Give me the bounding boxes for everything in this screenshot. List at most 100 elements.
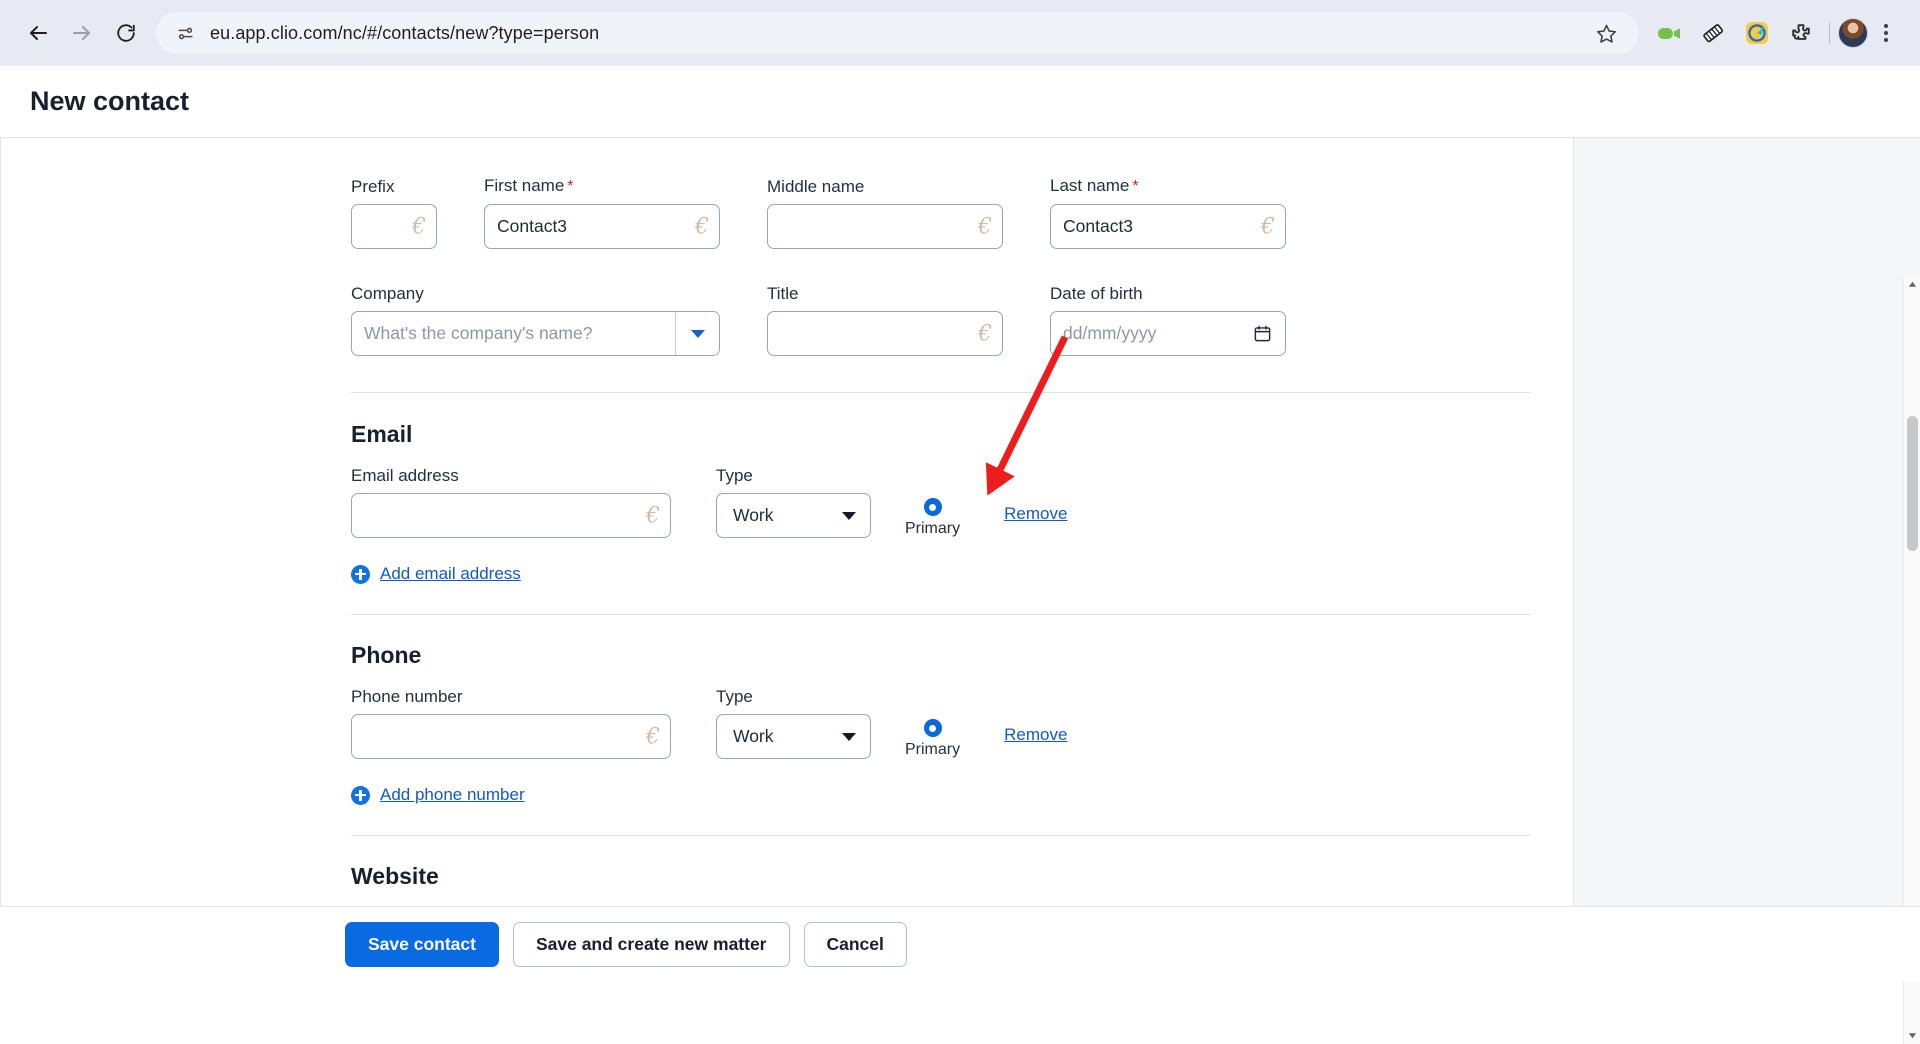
form-footer: Save contact Save and create new matter …: [0, 906, 1920, 981]
phone-primary-label: Primary: [905, 741, 961, 758]
chevron-down-icon: [690, 329, 705, 338]
plus-circle-icon[interactable]: [351, 785, 370, 805]
phone-type-value: Work: [733, 726, 774, 746]
content-area: Prefix € First name* € Middle name: [0, 138, 1920, 1044]
email-address-label: Email address: [351, 466, 459, 485]
reload-button[interactable]: [104, 11, 148, 55]
first-name-input[interactable]: [497, 205, 707, 248]
company-input[interactable]: [352, 312, 675, 355]
email-section-heading: Email: [351, 421, 413, 447]
phone-number-input[interactable]: [364, 715, 658, 758]
cancel-button[interactable]: Cancel: [803, 921, 907, 967]
phone-remove-link[interactable]: Remove: [1004, 725, 1067, 745]
email-type-select[interactable]: Work: [716, 493, 871, 538]
phone-section-heading: Phone: [351, 642, 422, 668]
prefix-input[interactable]: [364, 205, 424, 248]
extensions-area: [1649, 13, 1821, 53]
title-field-group: Title €: [767, 284, 1003, 356]
address-bar[interactable]: eu.app.clio.com/nc/#/contacts/new?type=p…: [156, 12, 1639, 54]
grammar-extension-icon[interactable]: [1737, 13, 1777, 53]
email-address-field-group: Email address €: [351, 466, 671, 538]
title-input[interactable]: [780, 312, 990, 355]
section-divider: [351, 392, 1531, 393]
company-dropdown-button[interactable]: [675, 312, 719, 355]
prefix-input-wrap[interactable]: €: [351, 204, 437, 249]
dob-label: Date of birth: [1050, 284, 1143, 303]
required-marker: *: [1132, 178, 1139, 195]
email-primary-label: Primary: [905, 520, 961, 537]
scrollbar-thumb[interactable]: [1907, 416, 1918, 551]
phone-number-input-wrap[interactable]: €: [351, 714, 671, 759]
middle-name-label: Middle name: [767, 177, 865, 196]
page-title: New contact: [30, 86, 190, 116]
prefix-field-group: Prefix €: [351, 177, 437, 249]
section-divider: [351, 835, 1531, 836]
title-input-wrap[interactable]: €: [767, 311, 1003, 356]
middle-name-input-wrap[interactable]: €: [767, 204, 1003, 249]
company-field-group: Company: [351, 284, 720, 356]
back-button[interactable]: [16, 11, 60, 55]
calendar-picker-button[interactable]: [1239, 312, 1285, 355]
phone-number-field-group: Phone number €: [351, 687, 671, 759]
last-name-label: Last name *: [1050, 176, 1139, 195]
middle-name-input[interactable]: [780, 205, 990, 248]
profile-avatar[interactable]: [1838, 18, 1868, 48]
phone-type-field-group: Type Work: [716, 687, 871, 759]
browser-toolbar: eu.app.clio.com/nc/#/contacts/new?type=p…: [0, 0, 1920, 66]
section-divider: [351, 614, 1531, 615]
save-contact-button[interactable]: Save contact: [345, 921, 499, 967]
required-marker: *: [567, 178, 574, 195]
last-name-field-group: Last name* €: [1050, 176, 1286, 249]
new-contact-form: Prefix € First name* € Middle name: [0, 138, 1574, 906]
chevron-down-icon: [842, 511, 856, 520]
phone-type-select[interactable]: Work: [716, 714, 871, 759]
toolbar-divider: [1829, 22, 1830, 44]
phone-primary-group: Primary: [905, 719, 960, 759]
plus-circle-icon[interactable]: [351, 564, 370, 584]
detail-row: Company Title € Dat: [351, 284, 1573, 356]
dob-input-wrap[interactable]: [1050, 311, 1286, 356]
form-inner: Prefix € First name* € Middle name: [1, 138, 1573, 890]
page-header: New contact: [0, 66, 1920, 138]
phone-number-label: Phone number: [351, 687, 463, 706]
first-name-label: First name *: [484, 176, 574, 195]
url-text[interactable]: eu.app.clio.com/nc/#/contacts/new?type=p…: [210, 23, 1581, 44]
notes-extension-icon[interactable]: [1693, 13, 1733, 53]
email-address-input-wrap[interactable]: €: [351, 493, 671, 538]
company-label: Company: [351, 284, 424, 303]
email-type-field-group: Type Work: [716, 466, 871, 538]
chrome-menu-icon[interactable]: [1868, 13, 1904, 53]
forward-button[interactable]: [60, 11, 104, 55]
company-combobox[interactable]: [351, 311, 720, 356]
chevron-down-icon: [842, 732, 856, 741]
dob-input[interactable]: [1051, 312, 1239, 355]
site-info-icon[interactable]: [172, 20, 198, 46]
phone-row: Phone number € Type Work Primary Remove: [351, 687, 1573, 759]
first-name-input-wrap[interactable]: €: [484, 204, 720, 249]
save-and-create-matter-button[interactable]: Save and create new matter: [512, 921, 790, 967]
phone-type-label: Type: [716, 687, 753, 706]
last-name-input[interactable]: [1063, 205, 1273, 248]
middle-name-field-group: Middle name €: [767, 177, 1003, 249]
puzzle-extensions-icon[interactable]: [1781, 13, 1821, 53]
email-primary-radio[interactable]: [923, 498, 942, 516]
email-row: Email address € Type Work Primary Remove: [351, 466, 1573, 538]
email-type-value: Work: [733, 505, 774, 525]
first-name-field-group: First name* €: [484, 176, 720, 249]
add-phone-number-link[interactable]: Add phone number: [380, 785, 525, 805]
email-address-input[interactable]: [364, 494, 658, 537]
scroll-down-arrow-icon[interactable]: [1904, 1027, 1920, 1044]
prefix-label: Prefix: [351, 177, 395, 196]
phone-primary-radio[interactable]: [923, 719, 942, 737]
add-email-row: Add email address: [351, 564, 1573, 584]
scroll-up-arrow-icon[interactable]: [1904, 276, 1920, 293]
email-type-label: Type: [716, 466, 753, 485]
email-primary-group: Primary: [905, 498, 960, 538]
last-name-input-wrap[interactable]: €: [1050, 204, 1286, 249]
add-email-address-link[interactable]: Add email address: [380, 564, 521, 584]
video-recorder-extension-icon[interactable]: [1649, 13, 1689, 53]
dob-field-group: Date of birth: [1050, 284, 1286, 356]
email-remove-link[interactable]: Remove: [1004, 504, 1067, 524]
bookmark-star-icon[interactable]: [1587, 14, 1625, 52]
add-phone-row: Add phone number: [351, 785, 1573, 805]
